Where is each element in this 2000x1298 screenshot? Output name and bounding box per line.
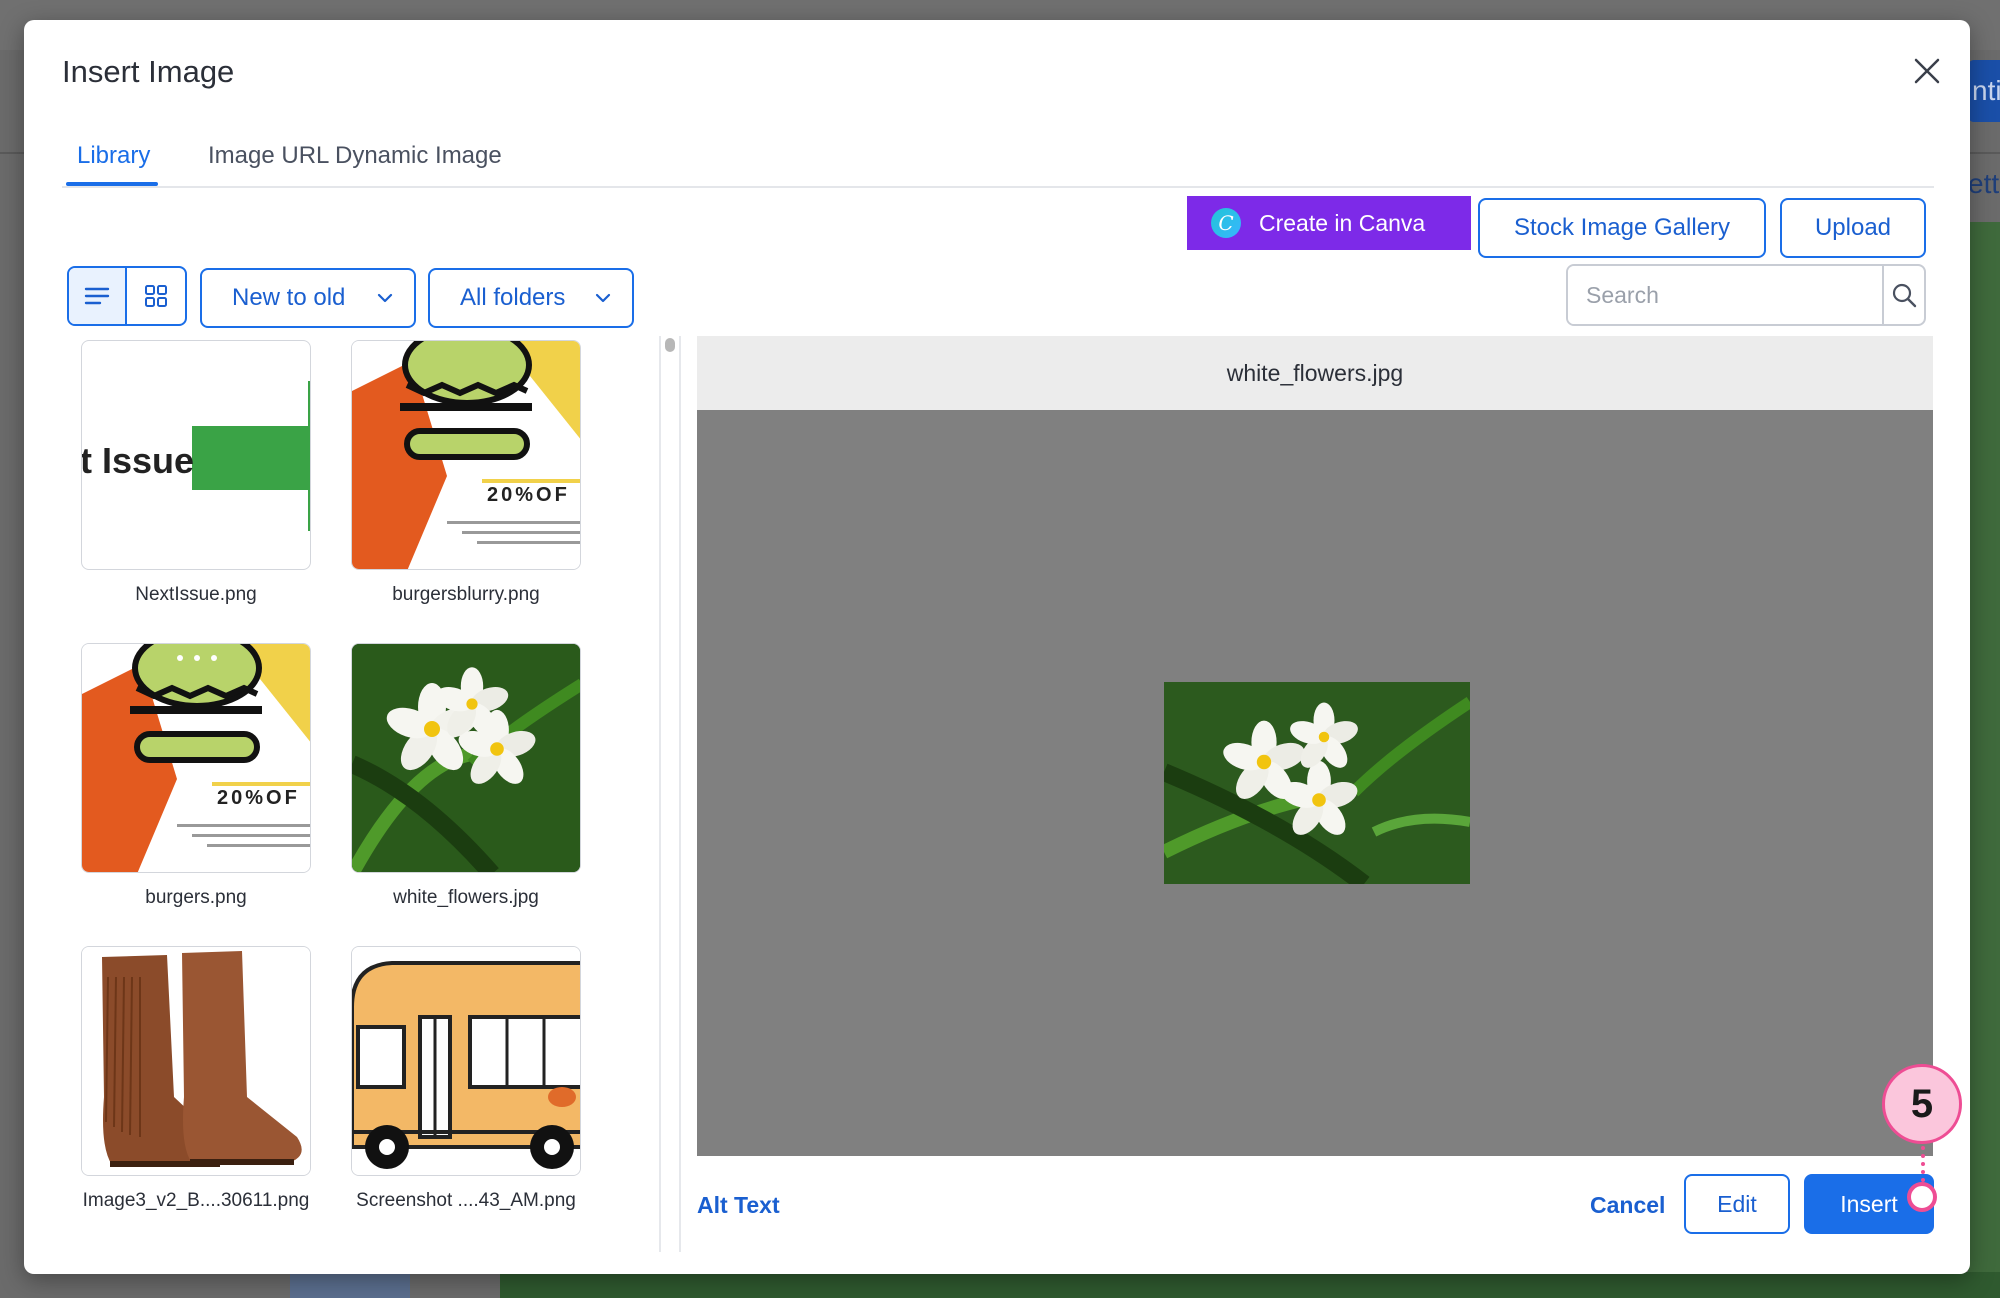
active-tab-indicator (66, 182, 158, 186)
thumbnail-text: 20%OF (217, 787, 300, 809)
library-scrollbar[interactable] (659, 336, 681, 1252)
search-button[interactable] (1882, 266, 1924, 324)
chevron-down-icon (377, 293, 393, 303)
create-in-canva-button[interactable]: C Create in Canva (1187, 196, 1471, 250)
sort-dropdown[interactable]: New to old (200, 268, 416, 328)
background-button: nti (1968, 60, 2000, 122)
boots-thumbnail (81, 946, 311, 1176)
thumbnail-text: 20%OF (487, 484, 570, 506)
close-icon (1914, 58, 1940, 84)
view-toggle (67, 266, 187, 326)
alt-text-link[interactable]: Alt Text (697, 1192, 780, 1219)
library-item-name: NextIssue.png (135, 584, 257, 605)
upload-button[interactable]: Upload (1780, 198, 1926, 258)
folder-dropdown-value: All folders (460, 284, 566, 311)
library-item[interactable]: Image3_v2_B....30611.png (81, 946, 311, 1212)
search-icon (1892, 283, 1917, 308)
flower-thumbnail (351, 643, 581, 873)
search-input[interactable] (1568, 266, 1882, 324)
background-panel (1968, 222, 2000, 1298)
insert-image-dialog: Insert Image Library Image URL Dynamic I… (24, 20, 1970, 1274)
folder-dropdown[interactable]: All folders (428, 268, 634, 328)
search-box (1566, 264, 1926, 326)
canva-button-label: Create in Canva (1259, 209, 1426, 236)
burger-thumbnail: 20%OF (351, 340, 581, 570)
scrollbar-thumb[interactable] (665, 338, 675, 352)
step-callout-badge: 5 (1882, 1064, 1962, 1144)
grid-view-icon (145, 285, 167, 307)
burger-thumbnail: 20%OF (81, 643, 311, 873)
thumbnail-text: t Issue (82, 440, 194, 481)
step-callout-target (1907, 1182, 1937, 1212)
edit-button[interactable]: Edit (1684, 1174, 1790, 1234)
cancel-button[interactable]: Cancel (1590, 1192, 1665, 1219)
stock-image-gallery-button[interactable]: Stock Image Gallery (1478, 198, 1766, 258)
next-issue-thumbnail: t Issue (81, 340, 311, 570)
library-item-name: burgers.png (145, 887, 247, 908)
preview-image (1164, 682, 1470, 884)
tab-library[interactable]: Library (70, 142, 157, 170)
library-item-name: burgersblurry.png (392, 584, 540, 605)
library-item[interactable]: 20%OF burgersblurry.png (351, 340, 581, 606)
tab-dynamic-image[interactable]: Dynamic Image (328, 142, 509, 170)
preview-filename: white_flowers.jpg (697, 336, 1933, 410)
background-strip (290, 1272, 410, 1298)
close-button[interactable] (1904, 48, 1950, 94)
image-library-grid: t Issue NextIssue.png 20%OF burgersblurr… (81, 340, 661, 1240)
library-item[interactable]: 20%OF burgers.png (81, 643, 311, 909)
list-view-icon (84, 287, 110, 305)
bus-thumbnail (351, 946, 581, 1176)
grid-view-button[interactable] (127, 268, 185, 324)
tab-bar: Library Image URL Dynamic Image (62, 120, 1934, 188)
library-item-name: Image3_v2_B....30611.png (82, 1190, 310, 1211)
library-item[interactable]: t Issue NextIssue.png (81, 340, 311, 606)
list-view-button[interactable] (69, 268, 128, 324)
library-item[interactable]: Screenshot ....43_AM.png (351, 946, 581, 1212)
sort-dropdown-value: New to old (232, 284, 346, 311)
library-item-selected[interactable]: white_flowers.jpg (351, 643, 581, 909)
chevron-down-icon (595, 293, 611, 303)
dialog-title: Insert Image (62, 54, 235, 89)
background-strip (500, 1272, 2000, 1298)
library-item-name: white_flowers.jpg (393, 887, 539, 908)
canva-logo-icon: C (1211, 208, 1241, 238)
library-item-name: Screenshot ....43_AM.png (356, 1190, 576, 1211)
background-link: ett (1968, 168, 2000, 199)
tab-image-url[interactable]: Image URL (201, 142, 336, 170)
image-preview-panel: white_flowers.jpg (697, 336, 1933, 1156)
